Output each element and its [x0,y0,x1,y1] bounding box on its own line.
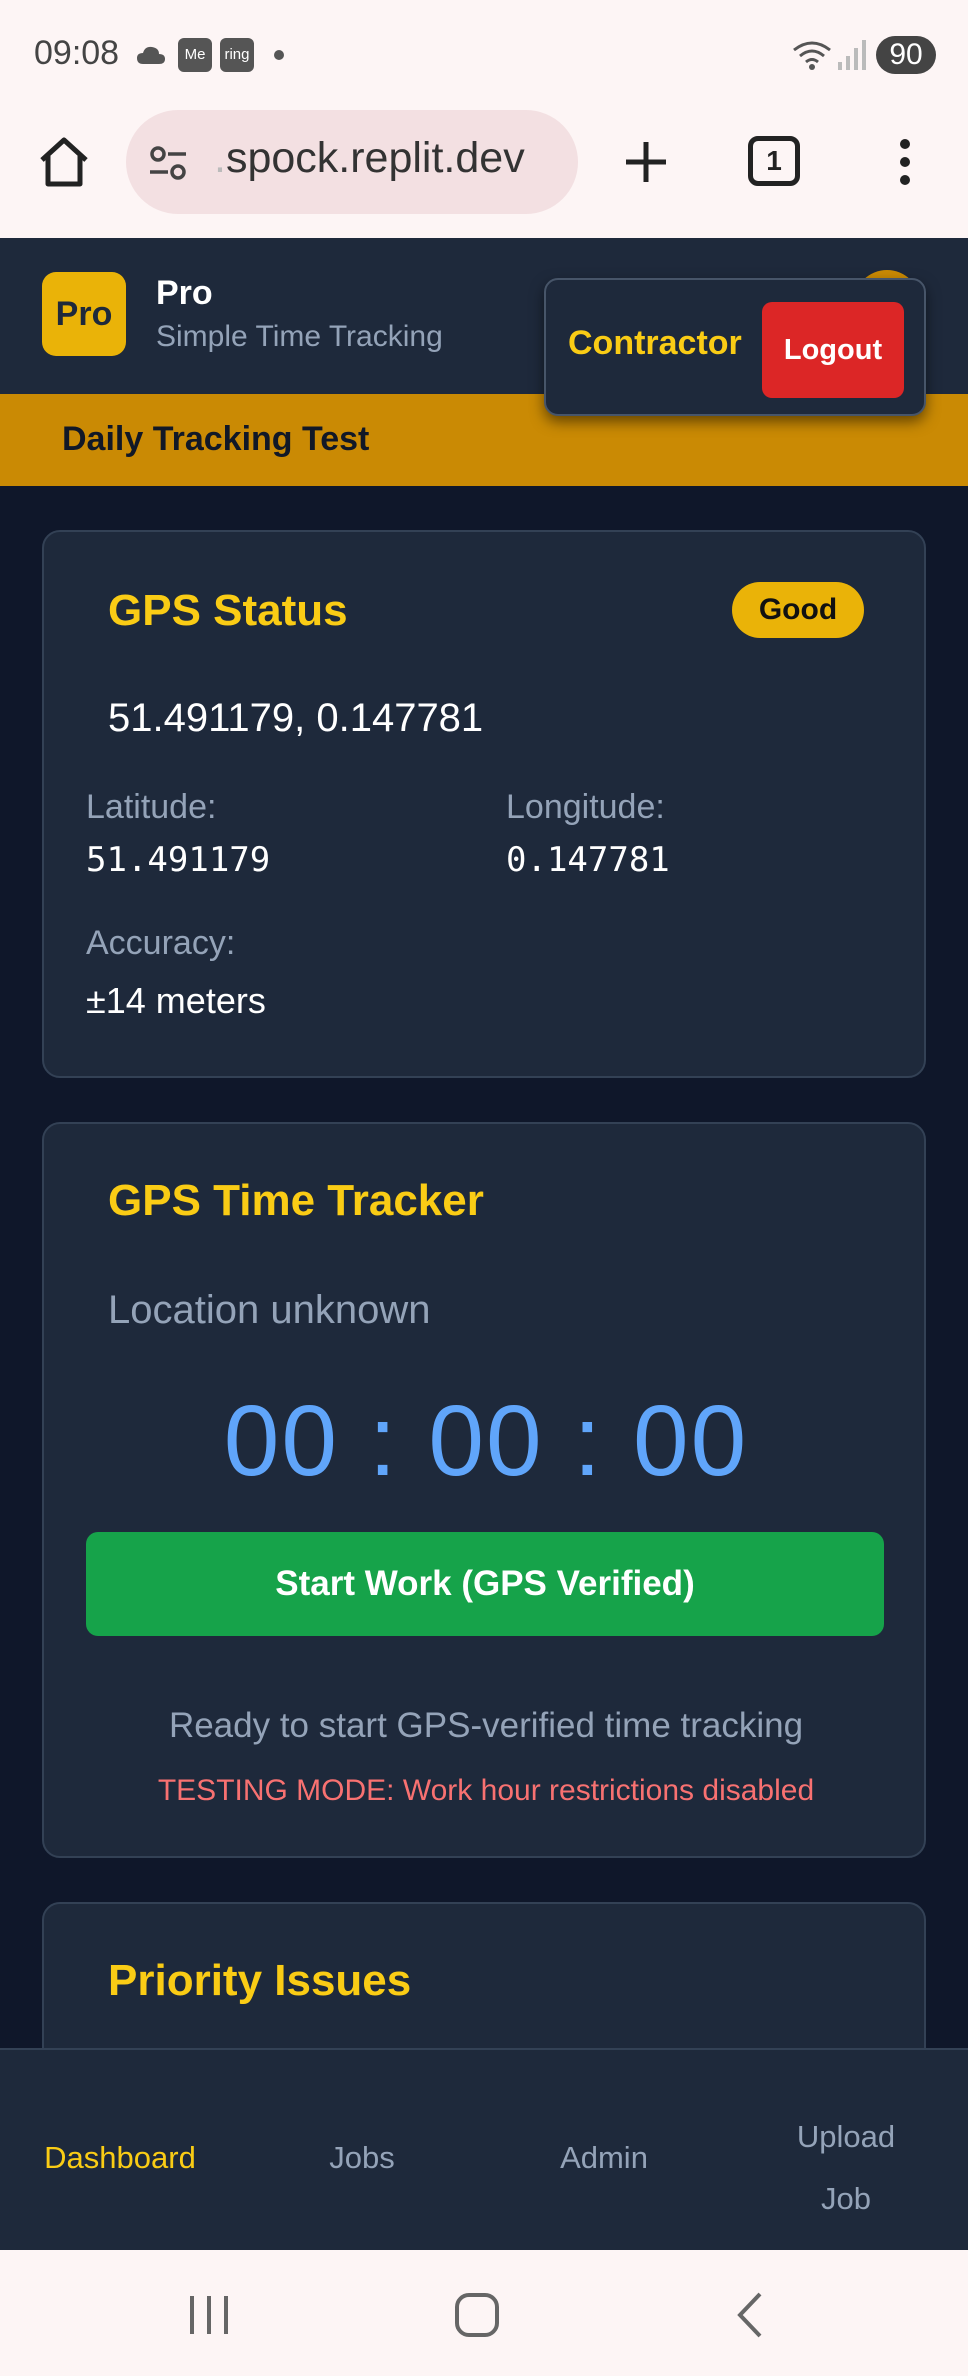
longitude-value: 0.147781 [506,840,670,880]
nav-upload-job[interactable]: Upload Job [746,2106,946,2230]
gps-coordinates: 51.491179, 0.147781 [108,696,484,740]
accuracy-label: Accuracy: [86,924,236,962]
accuracy-value: ±14 meters [86,980,266,1021]
recent-apps-icon[interactable] [184,2290,234,2340]
latitude-label: Latitude: [86,788,217,826]
site-settings-icon[interactable] [146,140,190,184]
gps-status-title: GPS Status [108,586,348,635]
nav-admin[interactable]: Admin [504,2140,704,2176]
url-text[interactable]: .spock.replit.dev [214,134,525,183]
user-role-label: Contractor [568,324,742,362]
battery-indicator: 90 [876,36,936,74]
cloud-icon [137,46,165,64]
time-tracker-title: GPS Time Tracker [108,1176,484,1225]
testing-mode-notice: TESTING MODE: Work hour restrictions dis… [157,1774,815,1807]
time-tracker-card: GPS Time Tracker Location unknown 00 : 0… [42,1122,926,1858]
gps-quality-badge: Good [732,582,864,638]
ready-status-text: Ready to start GPS-verified time trackin… [168,1706,804,1745]
app-header: Pro Pro Simple Time Tracking Contractor … [0,238,968,416]
logout-button[interactable]: Logout [762,302,904,398]
start-work-button[interactable]: Start Work (GPS Verified) [86,1532,884,1636]
nav-dashboard[interactable]: Dashboard [20,2140,220,2176]
notification-me-icon: Me [178,38,212,72]
location-status: Location unknown [108,1288,431,1332]
nav-upload-job-line2: Job [821,2181,871,2216]
status-time: 09:08 [34,34,120,72]
app-subtitle: Simple Time Tracking [156,320,443,353]
longitude-label: Longitude: [506,788,665,826]
nav-upload-job-line1: Upload [796,2119,896,2154]
home-icon[interactable] [34,132,94,192]
notification-ring-icon: ring [220,38,254,72]
wifi-icon [793,41,831,70]
signal-icon [838,40,866,70]
tab-switcher-button[interactable]: 1 [748,136,800,186]
more-notifications-dot-icon [274,50,284,60]
bottom-navigation: Dashboard Jobs Admin Upload Job [0,2048,968,2250]
address-bar[interactable]: .spock.replit.dev [126,110,578,214]
elapsed-timer: 00 : 00 : 00 [223,1385,749,1497]
system-navigation-bar [0,2250,968,2376]
priority-issues-title: Priority Issues [108,1956,412,2005]
home-nav-icon[interactable] [452,2290,502,2340]
new-tab-icon[interactable] [616,132,676,192]
app-logo: Pro [42,272,126,356]
url-prefix: . [214,134,226,182]
more-vert-icon[interactable] [880,132,930,192]
status-bar: 09:08 Me ring 90 [0,0,968,110]
nav-jobs[interactable]: Jobs [262,2140,462,2176]
banner-text: Daily Tracking Test [62,420,370,458]
app-name: Pro [156,274,213,312]
back-icon[interactable] [726,2290,776,2340]
gps-status-card: GPS Status Good 51.491179, 0.147781 Lati… [42,530,926,1078]
browser-toolbar: .spock.replit.dev 1 [0,110,968,238]
user-menu-popup: Contractor Logout [544,278,926,416]
url-domain: spock.replit.dev [225,134,525,182]
latitude-value: 51.491179 [86,840,271,880]
